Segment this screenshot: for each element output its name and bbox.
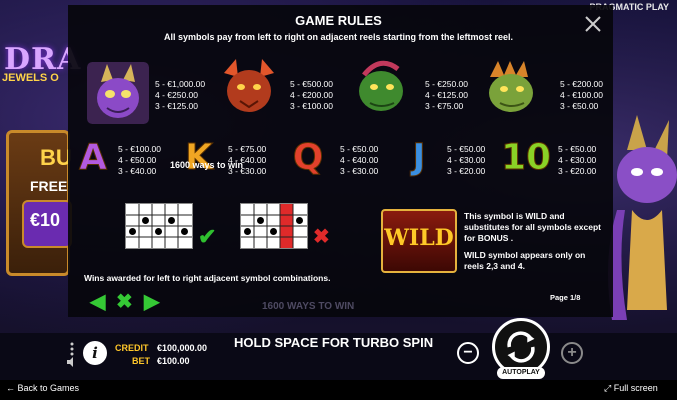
green-dragon-icon: [359, 60, 403, 111]
red-dragon-icon: [224, 59, 274, 112]
winning-example-grid: [125, 203, 193, 249]
orange-dragon-paytable: 5 - €200.00 4 - €100.00 3 - €50.00: [560, 79, 604, 111]
symbol-10-icon: 10: [500, 137, 552, 178]
rules-title: GAME RULES: [295, 13, 382, 28]
credit-label: CREDIT: [115, 343, 149, 353]
losing-example-grid: [240, 203, 308, 249]
page-indicator: Page 1/8: [550, 293, 581, 302]
menu-icon[interactable]: [66, 341, 78, 357]
game-logo-subtitle: JEWELS O: [2, 72, 59, 84]
buy-price: €10: [30, 210, 61, 230]
ways-banner: 1600 WAYS TO WIN: [262, 301, 355, 312]
purple-dragon-mascot-icon: [608, 115, 677, 320]
symbol-a-paytable: 5 - €100.00 4 - €50.00 3 - €40.00: [118, 144, 162, 176]
red-dragon-paytable: 5 - €500.00 4 - €200.00 3 - €100.00: [290, 79, 334, 111]
status-bar: [0, 380, 677, 400]
bet-value: €100.00: [157, 356, 190, 366]
check-icon: ✔: [198, 224, 217, 249]
buy-feature-title: BU: [40, 145, 72, 170]
fullscreen-icon: ⤢: [604, 383, 612, 393]
symbol-q-icon: Q: [292, 137, 324, 178]
sound-icon[interactable]: [66, 356, 78, 368]
purple-dragon-paytable: 5 - €1,000.00 4 - €250.00 3 - €125.00: [155, 79, 206, 111]
buy-feature-free: FREE: [30, 178, 68, 194]
green-dragon-paytable: 5 - €250.00 4 - €125.00 3 - €75.00: [425, 79, 469, 111]
symbol-10-paytable: 5 - €50.00 4 - €30.00 3 - €20.00: [558, 144, 597, 176]
prev-page-arrow-icon[interactable]: ◀: [90, 289, 105, 314]
symbol-j-icon: J: [412, 137, 426, 178]
symbol-k-icon: K: [185, 137, 214, 178]
symbol-j-paytable: 5 - €50.00 4 - €30.00 3 - €20.00: [447, 144, 486, 176]
wild-description-2: WILD symbol appears only on reels 2,3 an…: [464, 250, 586, 271]
wins-note: Wins awarded for left to right adjacent …: [84, 273, 331, 283]
purple-dragon-icon: [87, 62, 149, 124]
ways-to-win-label: 1600 ways to win: [170, 160, 244, 170]
orange-dragon-icon: [489, 61, 533, 112]
increase-bet-button[interactable]: +: [561, 342, 583, 364]
turbo-spin-hint: HOLD SPACE FOR TURBO SPIN: [234, 335, 434, 350]
wild-symbol-label: WILD: [384, 225, 454, 251]
info-button[interactable]: i: [83, 341, 107, 365]
close-rules-x-icon[interactable]: ✖: [116, 289, 133, 314]
back-to-games-label: Back to Games: [17, 383, 80, 393]
symbol-a-icon: A: [79, 137, 108, 178]
credit-value: €100,000.00: [157, 343, 208, 353]
wild-description: This symbol is WILD and substitutes for …: [464, 211, 604, 272]
cross-icon: ✖: [313, 226, 330, 248]
fullscreen-label: Full screen: [613, 383, 658, 393]
back-to-games-link[interactable]: ← Back to Games: [6, 383, 79, 393]
decrease-bet-button[interactable]: −: [457, 342, 479, 364]
rules-subtitle: All symbols pay from left to right on ad…: [163, 32, 514, 42]
autoplay-button[interactable]: AUTOPLAY: [497, 367, 545, 379]
next-page-arrow-icon[interactable]: ▶: [144, 289, 159, 314]
bet-label: BET: [132, 356, 150, 366]
symbol-q-paytable: 5 - €50.00 4 - €40.00 3 - €30.00: [340, 144, 379, 176]
fullscreen-button[interactable]: ⤢ Full screen: [604, 383, 658, 394]
wild-description-1: This symbol is WILD and substitutes for …: [464, 211, 601, 243]
back-arrow-icon: ←: [6, 383, 15, 393]
